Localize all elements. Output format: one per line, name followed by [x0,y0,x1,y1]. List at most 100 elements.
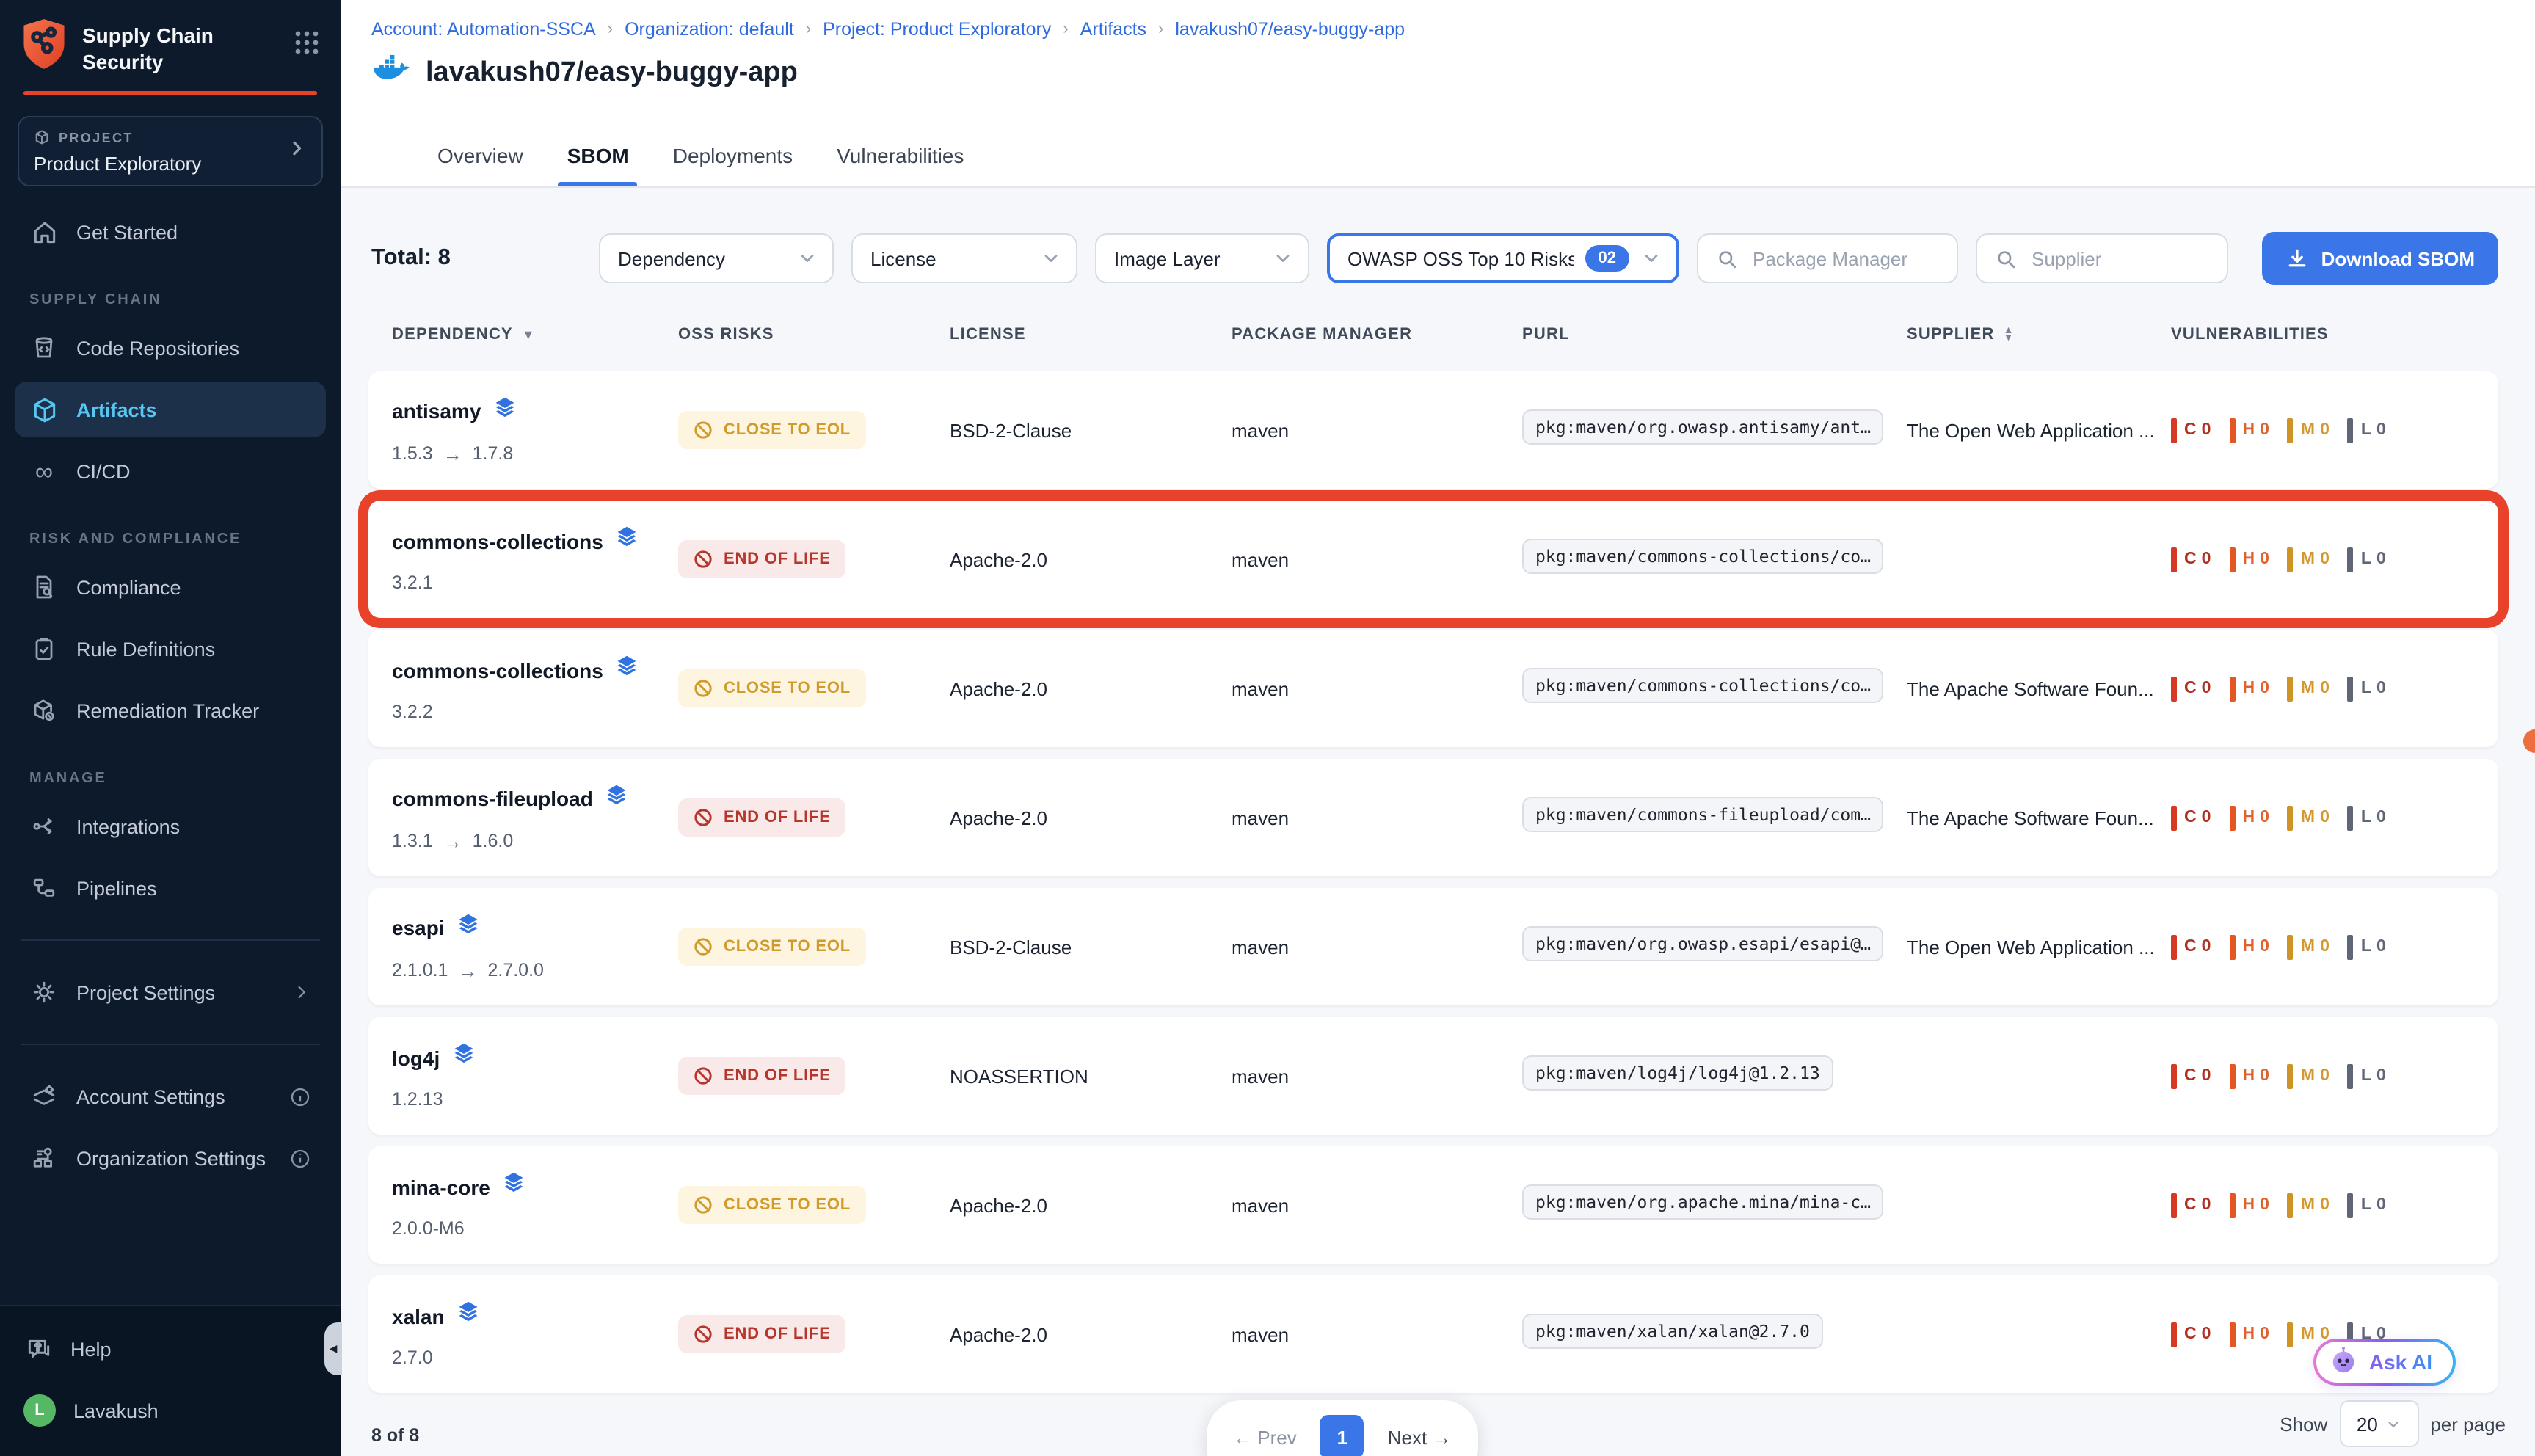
download-sbom-button[interactable]: Download SBOM [2263,232,2498,285]
filter-toolbar: Total: 8 DependencyLicenseImage Layer OW… [371,232,2498,285]
vulnerability-counts: C0H0M0L0 [2171,547,2475,572]
breadcrumb-item[interactable]: Project: Product Exploratory [823,19,1051,40]
severity-m-count: M0 [2288,1193,2330,1217]
sidebar-item-project-settings[interactable]: Project Settings [15,964,326,1020]
ask-ai-button[interactable]: Ask AI [2313,1339,2456,1386]
breadcrumb-item[interactable]: Artifacts [1080,19,1146,40]
page-size-select[interactable]: 20 [2339,1400,2418,1447]
severity-bar [2288,1063,2294,1088]
sidebar-item-remediation-tracker[interactable]: Remediation Tracker [15,682,326,738]
info-icon [289,1085,311,1107]
package-manager-value: maven [1232,548,1522,570]
page-number-button[interactable]: 1 [1320,1415,1364,1456]
severity-m-count: M0 [2288,547,2330,572]
download-icon [2286,247,2310,270]
clipboard-check-icon [29,634,59,663]
owasp-risks-filter[interactable]: OWASP OSS Top 10 Risks 02 [1327,233,1679,283]
info-icon [289,1147,311,1169]
ban-icon [693,1324,713,1344]
dependency-filter[interactable]: Dependency [599,233,834,283]
sidebar-item-integrations[interactable]: Integrations [15,798,326,854]
purl-chip[interactable]: pkg:maven/commons-collections/co… [1522,538,1884,573]
sidebar-item-rule-definitions[interactable]: Rule Definitions [15,621,326,677]
severity-bar [2229,1063,2235,1088]
pipeline-icon [29,873,59,903]
sidebar-item-get-started[interactable]: Get Started [15,204,326,260]
severity-bar [2171,1063,2177,1088]
owasp-filter-count-badge: 02 [1585,245,1630,272]
sidebar-collapse-handle[interactable]: ◀ [324,1322,342,1375]
purl-chip[interactable]: pkg:maven/log4j/log4j@1.2.13 [1522,1055,1833,1090]
sidebar-item-help[interactable]: ? Help [23,1324,317,1374]
chevron-down-icon [1641,248,1662,269]
purl-chip[interactable]: pkg:maven/xalan/xalan@2.7.0 [1522,1313,1823,1348]
dependency-version: 3.2.2 [392,702,678,722]
sidebar-item-artifacts[interactable]: Artifacts [15,382,326,437]
severity-bar [2171,418,2177,443]
tab-vulnerabilities[interactable]: Vulnerabilities [837,144,964,186]
table-row[interactable]: mina-core 2.0.0-M6 CLOSE TO EOL [368,1146,2498,1264]
table-row[interactable]: log4j 1.2.13 END OF LIFE [368,1017,2498,1135]
project-selector[interactable]: PROJECT Product Exploratory [18,116,323,186]
sidebar-divider [21,1044,320,1045]
purl-chip[interactable]: pkg:maven/commons-collections/co… [1522,667,1884,702]
sidebar-item-account-settings[interactable]: Account Settings [15,1069,326,1124]
table-body: antisamy 1.5.3→1.7.8 CLOSE TO EOL [368,371,2498,1405]
severity-h-count: H0 [2229,1322,2269,1347]
table-row[interactable]: commons-collections 3.2.2 CLOSE TO EOL [368,630,2498,747]
license-value: BSD-2-Clause [950,936,1232,958]
severity-c-count: C0 [2171,1322,2211,1347]
severity-bar [2288,547,2294,572]
table-header: DEPENDENCY▼OSS RISKSLICENSEPACKAGE MANAG… [368,326,2498,343]
breadcrumb-item[interactable]: Account: Automation-SSCA [371,19,596,40]
column-header-supplier[interactable]: SUPPLIER▲▼ [1907,326,2171,343]
sidebar-item-label: Pipelines [76,877,311,899]
result-range: 8 of 8 [371,1425,419,1446]
purl-chip[interactable]: pkg:maven/org.apache.mina/mina-c… [1522,1184,1884,1219]
oss-risk-badge: CLOSE TO EOL [678,928,865,966]
tab-deployments[interactable]: Deployments [673,144,793,186]
next-page-button[interactable]: Next → [1388,1426,1452,1448]
layers-icon [457,1300,480,1331]
purl-chip[interactable]: pkg:maven/org.owasp.esapi/esapi@… [1522,925,1884,961]
severity-h-count: H0 [2229,418,2269,443]
dependency-version: 1.2.13 [392,1089,678,1110]
table-row[interactable]: antisamy 1.5.3→1.7.8 CLOSE TO EOL [368,371,2498,489]
column-header-package-manager: PACKAGE MANAGER [1232,326,1522,343]
prev-page-button[interactable]: ← Prev [1233,1426,1297,1448]
dependency-name: xalan [392,1304,445,1328]
purl-chip[interactable]: pkg:maven/commons-fileupload/com… [1522,796,1884,831]
table-row[interactable]: commons-fileupload 1.3.1→1.6.0 END OF [368,759,2498,876]
sidebar-item-organization-settings[interactable]: Organization Settings [15,1130,326,1186]
table-row[interactable]: xalan 2.7.0 END OF LIFE [368,1275,2498,1393]
arrow-right-icon: → [443,443,462,465]
sidebar-item-compliance[interactable]: Compliance [15,559,326,615]
ban-icon [693,549,713,569]
severity-h-count: H0 [2229,547,2269,572]
supplier-search-input[interactable] [2029,246,2209,271]
shield-logo-icon [21,18,68,78]
purl-chip[interactable]: pkg:maven/org.owasp.antisamy/ant… [1522,409,1884,444]
app-grid-icon[interactable] [294,29,320,63]
tab-overview[interactable]: Overview [437,144,523,186]
sidebar-item-pipelines[interactable]: Pipelines [15,860,326,916]
license-filter[interactable]: License [851,233,1077,283]
sidebar-item-code-repositories[interactable]: Code Repositories [15,320,326,376]
package-manager-value: maven [1232,1065,1522,1087]
severity-c-count: C0 [2171,676,2211,701]
breadcrumb-item[interactable]: Organization: default [625,19,794,40]
package-manager-search-input[interactable] [1750,246,1939,271]
supplier-search[interactable] [1976,233,2228,283]
package-manager-search[interactable] [1697,233,1958,283]
severity-bar [2171,547,2177,572]
image-layer-filter[interactable]: Image Layer [1095,233,1309,283]
table-row[interactable]: esapi 2.1.0.1→2.7.0.0 CLOSE TO EOL [368,888,2498,1005]
user-menu[interactable]: L Lavakush [23,1386,317,1435]
breadcrumb-item[interactable]: lavakush07/easy-buggy-app [1175,19,1405,40]
severity-l-count: L0 [2348,418,2387,443]
tab-sbom[interactable]: SBOM [567,144,629,186]
sidebar-item-ci-cd[interactable]: ∞CI/CD [15,443,326,499]
column-header-dependency[interactable]: DEPENDENCY▼ [392,326,678,343]
ban-icon [693,1195,713,1215]
table-row-highlighted[interactable]: commons-collections 3.2.1 END OF LIFE [368,500,2498,618]
